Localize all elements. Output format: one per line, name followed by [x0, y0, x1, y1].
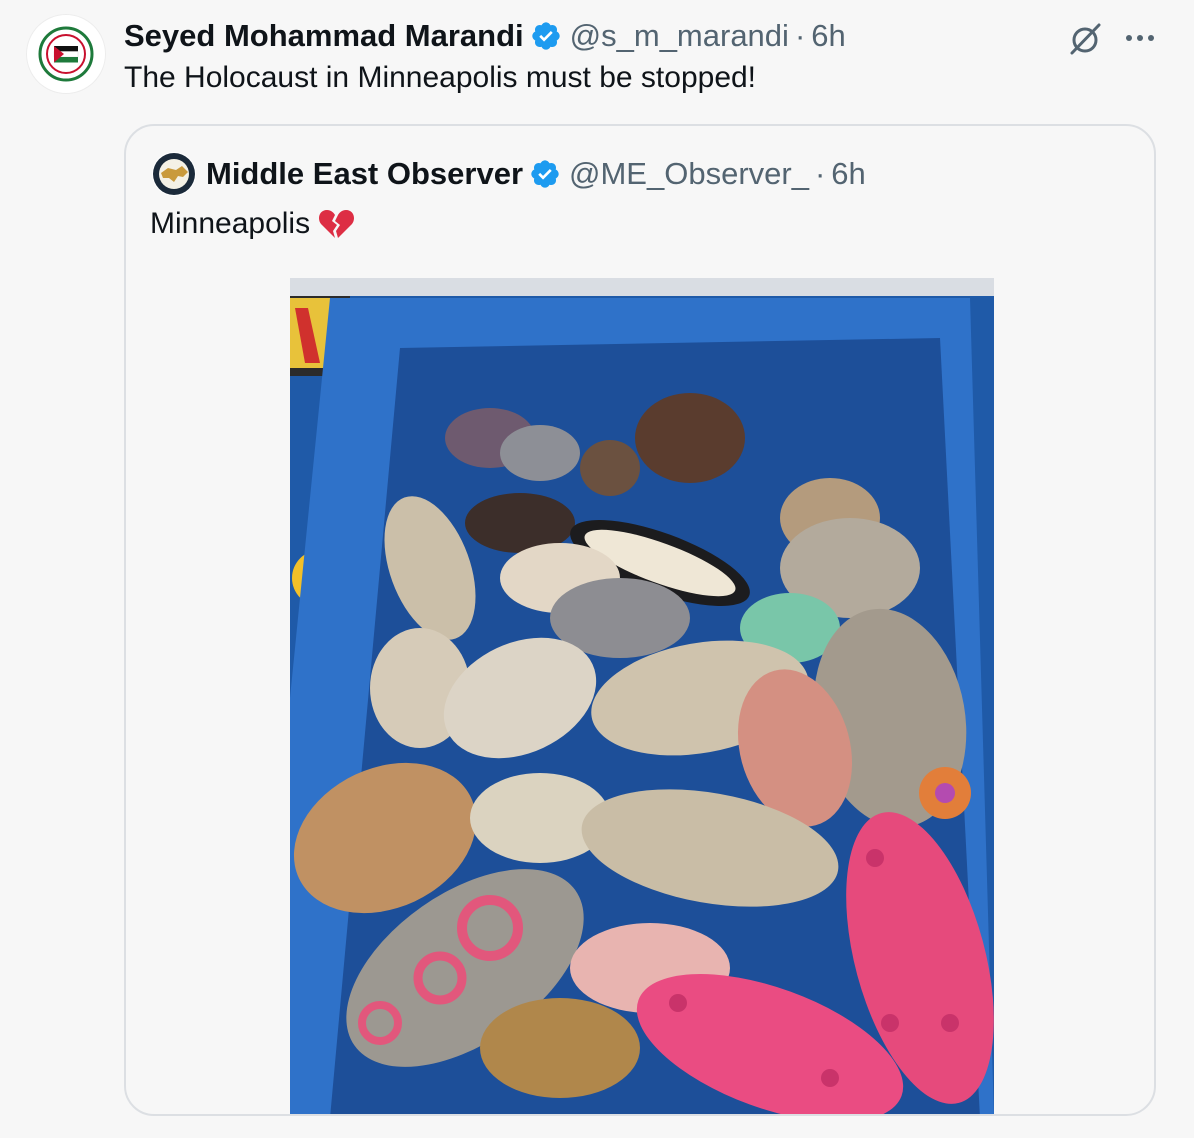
tweet-header: Seyed Mohammad Marandi @s_m_marandi · 6h: [124, 14, 846, 58]
quoted-author-handle[interactable]: @ME_Observer_: [569, 156, 809, 192]
separator-dot: ·: [794, 18, 806, 53]
quoted-tweet[interactable]: Middle East Observer @ME_Observer_ · 6h …: [124, 124, 1156, 1116]
separator-dot: ·: [814, 156, 826, 191]
quoted-tweet-header: Middle East Observer @ME_Observer_ · 6h: [152, 152, 866, 196]
verified-badge-icon[interactable]: [530, 20, 562, 52]
author-handle[interactable]: @s_m_marandi: [570, 18, 789, 54]
middle-east-observer-logo-icon: [153, 153, 195, 195]
grok-icon[interactable]: [1066, 20, 1104, 58]
quoted-author-avatar[interactable]: [152, 152, 196, 196]
quoted-author-name[interactable]: Middle East Observer: [206, 156, 523, 192]
quoted-tweet-time[interactable]: 6h: [831, 156, 865, 192]
tweet-time[interactable]: 6h: [811, 18, 845, 54]
author-avatar[interactable]: [26, 14, 106, 94]
quoted-tweet-text: Minneapolis: [150, 207, 311, 240]
quoted-tweet-image[interactable]: [290, 278, 994, 1114]
quoted-tweet-text-row: Minneapolis: [150, 204, 355, 244]
tweet-text: The Holocaust in Minneapolis must be sto…: [124, 61, 757, 94]
author-name[interactable]: Seyed Mohammad Marandi: [124, 18, 524, 54]
shoes-in-bin-photo-icon: [290, 278, 994, 1114]
save-gaza-logo-icon: [38, 26, 94, 82]
verified-badge-icon[interactable]: [529, 158, 561, 190]
more-icon[interactable]: [1122, 20, 1158, 56]
broken-heart-icon: [319, 210, 355, 238]
